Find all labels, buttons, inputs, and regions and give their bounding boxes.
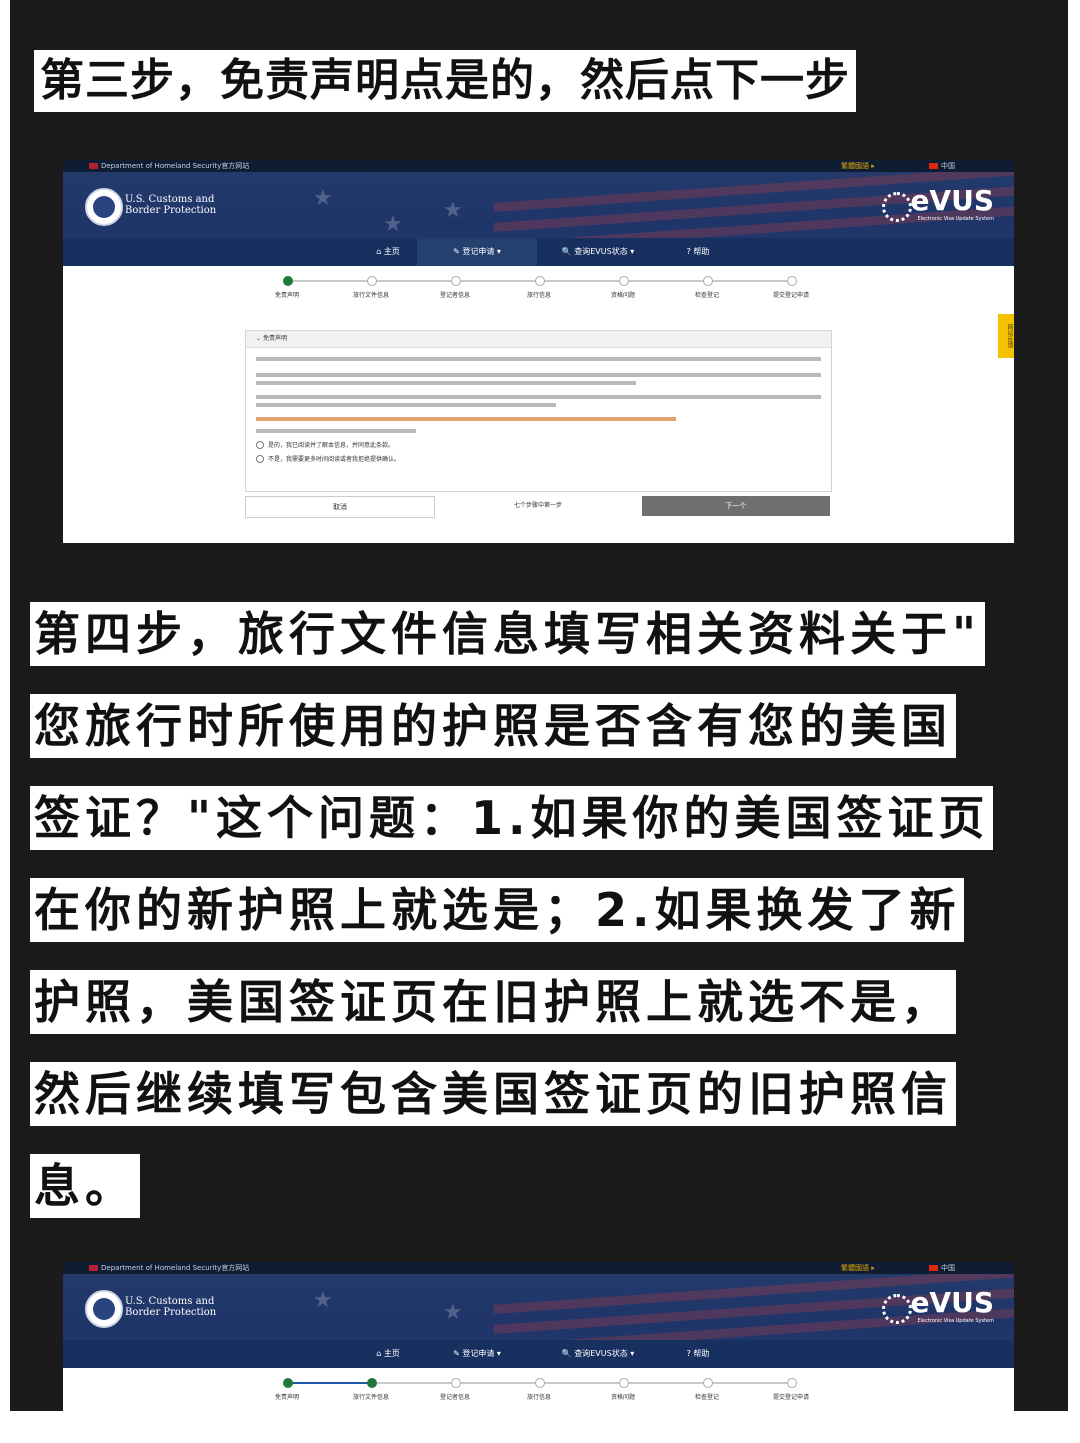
step-dot bbox=[535, 1378, 545, 1388]
star-icon: ★ bbox=[443, 1300, 463, 1325]
option-yes-label: 是的，我已阅读并了解本信息，并同意此条款。 bbox=[268, 442, 395, 449]
china-flag-icon bbox=[929, 163, 938, 169]
step4-heading-line: 您旅行时所使用的护照是否含有您的美国 bbox=[30, 694, 956, 758]
step-dot bbox=[703, 1378, 713, 1388]
nav-status[interactable]: 🔍 查询EVUS状态 ▾ bbox=[553, 1340, 643, 1368]
progress-fill bbox=[287, 1382, 371, 1384]
step-dot bbox=[451, 276, 461, 286]
cbp-seal-logo bbox=[85, 1290, 123, 1328]
us-flag-icon bbox=[89, 163, 98, 169]
chevron-down-icon: ⌄ bbox=[256, 335, 263, 342]
radio-yes[interactable] bbox=[256, 441, 264, 449]
hero-banner: ★ ★ U.S. Customs and Border Protection e… bbox=[63, 1274, 1014, 1368]
agency-name: U.S. Customs and Border Protection bbox=[125, 194, 217, 216]
step3-heading: 第三步，免责声明点是的，然后点下一步 bbox=[34, 50, 856, 112]
main-nav: ⌂ 主页 ✎ 登记申请 ▾ 🔍 查询EVUS状态 ▾ ? 帮助 bbox=[63, 1340, 1014, 1368]
star-icon: ★ bbox=[313, 1288, 333, 1313]
step4-heading-line: 第四步，旅行文件信息填写相关资料关于" bbox=[30, 602, 985, 666]
evus-screenshot-2: Department of Homeland Security官方网站 繁體國語… bbox=[63, 1262, 1014, 1411]
evus-logo: eVUS Electronic Visa Update System bbox=[882, 186, 994, 222]
dhs-topbar: Department of Homeland Security官方网站 繁體國語… bbox=[63, 160, 1014, 172]
step-dot bbox=[787, 276, 797, 286]
step-label: 登记者信息 bbox=[439, 292, 470, 299]
step-label: 提交登记申请 bbox=[772, 1394, 809, 1401]
step-counter: 七个步骤中第一步 bbox=[513, 502, 562, 509]
next-button[interactable]: 下一个 bbox=[642, 496, 830, 516]
disclaimer-text-line bbox=[256, 403, 556, 407]
step-label: 检查登记 bbox=[694, 292, 719, 299]
step-dot bbox=[619, 1378, 629, 1388]
step-label: 旅行文件信息 bbox=[352, 1394, 389, 1401]
step-dot bbox=[367, 1378, 377, 1388]
step-label: 资格问题 bbox=[610, 292, 635, 299]
country-label: 中国 bbox=[941, 162, 955, 170]
hero-banner: ★ ★ ★ U.S. Customs and Border Protection… bbox=[63, 172, 1014, 266]
cancel-button[interactable]: 取消 bbox=[245, 496, 435, 518]
dhs-banner-text: Department of Homeland Security官方网站 bbox=[101, 1264, 250, 1272]
step-dot bbox=[367, 276, 377, 286]
nav-help[interactable]: ? 帮助 bbox=[663, 238, 733, 266]
country-label: 中国 bbox=[941, 1264, 955, 1272]
panel-title: 免责声明 bbox=[262, 335, 287, 342]
dhs-banner-text: Department of Homeland Security官方网站 bbox=[101, 162, 250, 170]
step-dot bbox=[619, 276, 629, 286]
feedback-tab[interactable]: 网站反馈 bbox=[998, 314, 1014, 358]
disclaimer-text-line bbox=[256, 429, 416, 433]
step-dot bbox=[535, 276, 545, 286]
language-link[interactable]: 繁體國語 ▸ bbox=[841, 160, 875, 172]
step4-heading-line: 然后继续填写包含美国签证页的旧护照信 bbox=[30, 1062, 956, 1126]
cbp-seal-logo bbox=[85, 188, 123, 226]
nav-help[interactable]: ? 帮助 bbox=[663, 1340, 733, 1368]
nav-home[interactable]: ⌂ 主页 bbox=[353, 1340, 423, 1368]
disclaimer-text-line bbox=[256, 395, 821, 399]
step4-heading-line: 在你的新护照上就选是；2.如果换发了新 bbox=[30, 878, 965, 942]
nav-status[interactable]: 🔍 查询EVUS状态 ▾ bbox=[553, 238, 643, 266]
disclaimer-text-line bbox=[256, 373, 821, 377]
step-label: 提交登记申请 bbox=[772, 292, 809, 299]
nav-home[interactable]: ⌂ 主页 bbox=[353, 238, 423, 266]
star-icon: ★ bbox=[383, 212, 403, 237]
step-dot bbox=[283, 1378, 293, 1388]
step-label: 登记者信息 bbox=[439, 1394, 470, 1401]
option-no-label: 不是，我需要更多时间阅读或者我拒绝提供确认。 bbox=[268, 456, 401, 463]
page: 第三步，免责声明点是的，然后点下一步 Department of Homelan… bbox=[0, 0, 1080, 1443]
evus-screenshot-1: Department of Homeland Security官方网站 繁體國語… bbox=[63, 160, 1014, 543]
warning-text-line bbox=[256, 417, 676, 421]
disclaimer-text-line bbox=[256, 357, 821, 361]
step4-heading-line: 息。 bbox=[30, 1154, 140, 1218]
step-label: 检查登记 bbox=[694, 1394, 719, 1401]
step-label: 旅行信息 bbox=[526, 1394, 551, 1401]
star-icon: ★ bbox=[313, 186, 333, 211]
step-label: 免责声明 bbox=[274, 292, 299, 299]
step-dot bbox=[451, 1378, 461, 1388]
disclaimer-panel: ⌄ 免责声明 是的，我已阅读并了解本信息，并同意此条款。 不是，我需要更多时间阅… bbox=[245, 330, 832, 492]
evus-logo: eVUS Electronic Visa Update System bbox=[882, 1288, 994, 1324]
step-label: 免责声明 bbox=[274, 1394, 299, 1401]
step-dot bbox=[703, 276, 713, 286]
dhs-topbar: Department of Homeland Security官方网站 繁體國語… bbox=[63, 1262, 1014, 1274]
step-label: 旅行文件信息 bbox=[352, 292, 389, 299]
language-link[interactable]: 繁體國語 ▸ bbox=[841, 1262, 875, 1274]
nav-apply[interactable]: ✎ 登记申请 ▾ bbox=[417, 238, 537, 266]
disclaimer-text-line bbox=[256, 381, 636, 385]
step-label: 资格问题 bbox=[610, 1394, 635, 1401]
nav-apply[interactable]: ✎ 登记申请 ▾ bbox=[417, 1340, 537, 1368]
star-icon: ★ bbox=[443, 198, 463, 223]
agency-name: U.S. Customs and Border Protection bbox=[125, 1296, 217, 1318]
progress-steps: 免责声明 旅行文件信息 登记者信息 旅行信息 资格问题 检查登记 提交登记申请 bbox=[63, 266, 1014, 306]
us-flag-icon bbox=[89, 1265, 98, 1271]
radio-no[interactable] bbox=[256, 455, 264, 463]
step4-heading-line: 护照，美国签证页在旧护照上就选不是， bbox=[30, 970, 956, 1034]
step3-heading-text: 第三步，免责声明点是的，然后点下一步 bbox=[40, 55, 850, 106]
step-dot bbox=[283, 276, 293, 286]
step-label: 旅行信息 bbox=[526, 292, 551, 299]
step-dot bbox=[787, 1378, 797, 1388]
progress-steps: 免责声明 旅行文件信息 登记者信息 旅行信息 资格问题 检查登记 提交登记申请 bbox=[63, 1368, 1014, 1408]
china-flag-icon bbox=[929, 1265, 938, 1271]
main-nav: ⌂ 主页 ✎ 登记申请 ▾ 🔍 查询EVUS状态 ▾ ? 帮助 bbox=[63, 238, 1014, 266]
step4-heading-line: 签证？"这个问题：1.如果你的美国签证页 bbox=[30, 786, 994, 850]
